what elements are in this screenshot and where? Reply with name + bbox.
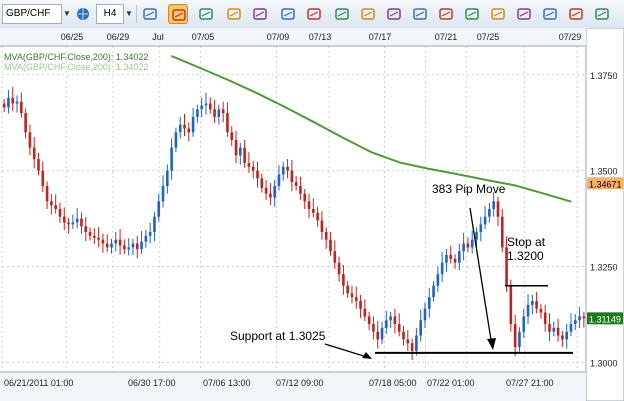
top-axis-label: 07/25 xyxy=(477,32,500,42)
price-chart[interactable]: 383 Pip Move Stop at1.3200 Support at 1.30… xyxy=(0,28,624,401)
top-axis-label: 07/17 xyxy=(369,32,392,42)
svg-text:1.34671: 1.34671 xyxy=(589,179,622,189)
bottom-axis-label: 07/18 05:00 xyxy=(369,378,417,388)
save-icon[interactable] xyxy=(410,4,430,24)
color-icon[interactable] xyxy=(436,4,456,24)
bottom-axis-label: 07/27 21:00 xyxy=(506,378,554,388)
y-tick-label: 1.3750 xyxy=(590,71,618,81)
period-selector[interactable]: H4 xyxy=(96,4,124,24)
top-axis-label: 07/13 xyxy=(309,32,332,42)
chart-type-icon[interactable] xyxy=(140,4,160,24)
top-axis-label: 07/05 xyxy=(192,32,215,42)
top-axis-label: 07/09 xyxy=(267,32,290,42)
draw-tools-icon[interactable] xyxy=(358,4,378,24)
symbol-dropdown-icon[interactable]: ▼ xyxy=(62,4,72,24)
legend-entry: MVA(GBP/CHF.Close,200): 1.34022 xyxy=(4,52,148,62)
crosshair-icon[interactable] xyxy=(278,4,298,24)
bottom-axis-label: 06/21/2011 01:00 xyxy=(4,378,73,388)
symbol-selector[interactable]: GBP/CHF xyxy=(2,4,62,24)
globe-icon[interactable] xyxy=(74,4,92,24)
move-label: 383 Pip Move xyxy=(432,182,506,196)
top-axis-label: 06/29 xyxy=(107,32,130,42)
legend-entry: MVA(GBP/CHF.Close,200): 1.34022 xyxy=(4,62,148,72)
support-label: Support at 1.3025 xyxy=(230,329,326,343)
period-label: H4 xyxy=(103,8,117,19)
indicator-icon[interactable] xyxy=(250,4,270,24)
stop-label: Stop at xyxy=(507,235,546,249)
stop-price-label: 1.3200 xyxy=(507,249,544,263)
layout-icon[interactable] xyxy=(566,4,586,24)
y-tick-label: 1.3250 xyxy=(590,263,618,273)
candlestick-icon[interactable] xyxy=(224,4,244,24)
svg-text:1.31149: 1.31149 xyxy=(589,314,621,324)
top-axis-label: 07/21 xyxy=(435,32,458,42)
y-tick-label: 1.3500 xyxy=(590,167,618,177)
chart-type-icon[interactable] xyxy=(168,4,188,24)
candle xyxy=(509,279,513,332)
period-dropdown-icon[interactable]: ▼ xyxy=(124,4,134,24)
symbol-label: GBP/CHF xyxy=(6,8,51,19)
line-icon[interactable] xyxy=(592,4,612,24)
ruler-icon[interactable] xyxy=(462,4,482,24)
image-icon[interactable] xyxy=(488,4,508,24)
legend: MVA(GBP/CHF.Close,200): 1.34022MVA(GBP/C… xyxy=(4,52,148,72)
bottom-axis-label: 07/22 01:00 xyxy=(427,378,475,388)
y-tick-label: 1.3000 xyxy=(590,358,618,368)
top-axis-label: 07/29 xyxy=(559,32,582,42)
more-icon[interactable] xyxy=(514,4,534,24)
chart-toolbar: GBP/CHF ▼ H4 ▼ xyxy=(0,0,624,29)
top-axis-label: Jul xyxy=(152,32,164,42)
bottom-axis-label: 06/30 17:00 xyxy=(128,378,176,388)
price-tag: 1.34671 xyxy=(587,177,623,190)
bottom-axis-label: 07/06 13:00 xyxy=(203,378,251,388)
bar-chart-icon[interactable] xyxy=(196,4,216,24)
price-tag: 1.31149 xyxy=(587,312,623,325)
settings-icon[interactable] xyxy=(540,4,560,24)
zoom-in-icon[interactable] xyxy=(304,4,324,24)
bottom-axis-label: 07/12 09:00 xyxy=(276,378,324,388)
zoom-out-icon[interactable] xyxy=(332,4,352,24)
top-axis-label: 06/25 xyxy=(61,32,84,42)
text-icon[interactable] xyxy=(384,4,404,24)
